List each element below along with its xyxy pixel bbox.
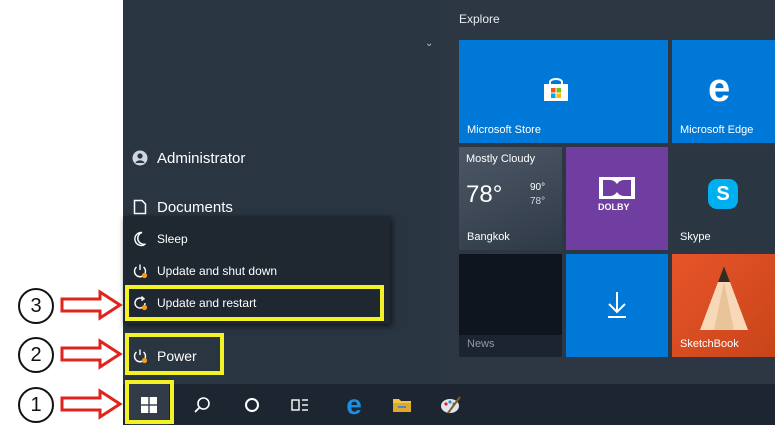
document-icon (123, 199, 157, 215)
cortana-circle-icon (245, 397, 259, 412)
arrow-right-icon (60, 289, 123, 321)
weather-city: Bangkok (467, 231, 510, 243)
skype-tile[interactable]: S Skype (672, 147, 775, 250)
user-avatar-icon (123, 150, 157, 166)
highlight-start (125, 380, 174, 424)
search-icon (194, 396, 210, 413)
sleep-item[interactable]: Sleep (123, 224, 383, 254)
news-tile[interactable]: News (459, 254, 562, 357)
account-item[interactable]: Administrator (123, 143, 383, 173)
sleep-label: Sleep (157, 232, 188, 246)
update-shutdown-item[interactable]: Update and shut down (123, 256, 383, 286)
highlight-update-restart (125, 285, 384, 321)
tile-label: News (467, 338, 495, 350)
skype-logo-icon: S (708, 179, 738, 209)
power-update-icon (123, 263, 157, 279)
weather-condition: Mostly Cloudy (466, 153, 536, 165)
weather-low: 78° (530, 196, 546, 207)
moon-icon (123, 231, 157, 247)
update-shutdown-label: Update and shut down (157, 264, 278, 278)
sketchbook-tile[interactable]: SketchBook (672, 254, 775, 357)
step-3-marker: 3 (18, 288, 54, 324)
edge-logo-icon: e (708, 66, 731, 110)
edge-taskbar-button[interactable]: e (339, 384, 369, 425)
task-view-button[interactable] (285, 384, 315, 425)
arrow-right-icon (60, 388, 123, 420)
paint-palette-icon (441, 395, 461, 414)
documents-label: Documents (157, 198, 233, 216)
microsoft-store-tile[interactable]: Microsoft Store (459, 40, 668, 143)
edge-logo-icon: e (346, 388, 362, 420)
cortana-button[interactable] (237, 384, 267, 425)
dolby-wordmark: DOLBY (598, 202, 630, 212)
weather-temp: 78° (466, 181, 503, 208)
search-button[interactable] (187, 384, 217, 425)
dolby-tile[interactable]: DOLBY (566, 147, 668, 250)
microsoft-edge-tile[interactable]: e Microsoft Edge (672, 40, 775, 143)
highlight-power (125, 333, 224, 375)
collapse-chevron-icon[interactable]: ⌄ (425, 38, 433, 49)
pencil-icon (700, 266, 748, 330)
weather-tile[interactable]: Mostly Cloudy 78° 90° 78° Bangkok (459, 147, 562, 250)
step-2-marker: 2 (18, 337, 54, 373)
tile-label: Microsoft Edge (680, 124, 754, 136)
arrow-right-icon (60, 338, 123, 370)
store-bag-icon (544, 78, 568, 101)
task-view-icon (291, 398, 308, 411)
account-name: Administrator (157, 149, 246, 167)
tile-label: Skype (680, 231, 711, 243)
download-arrow-icon (608, 292, 626, 318)
folder-icon (393, 398, 411, 412)
weather-high: 90° (530, 182, 546, 193)
paint-app-button[interactable] (436, 384, 466, 425)
file-explorer-button[interactable] (387, 384, 417, 425)
tile-label: SketchBook (680, 338, 739, 350)
dolby-logo-icon (599, 177, 635, 199)
tile-group-title: Explore (459, 12, 500, 26)
download-tile[interactable] (566, 254, 668, 357)
tile-label: Microsoft Store (467, 124, 541, 136)
step-1-marker: 1 (18, 387, 54, 423)
